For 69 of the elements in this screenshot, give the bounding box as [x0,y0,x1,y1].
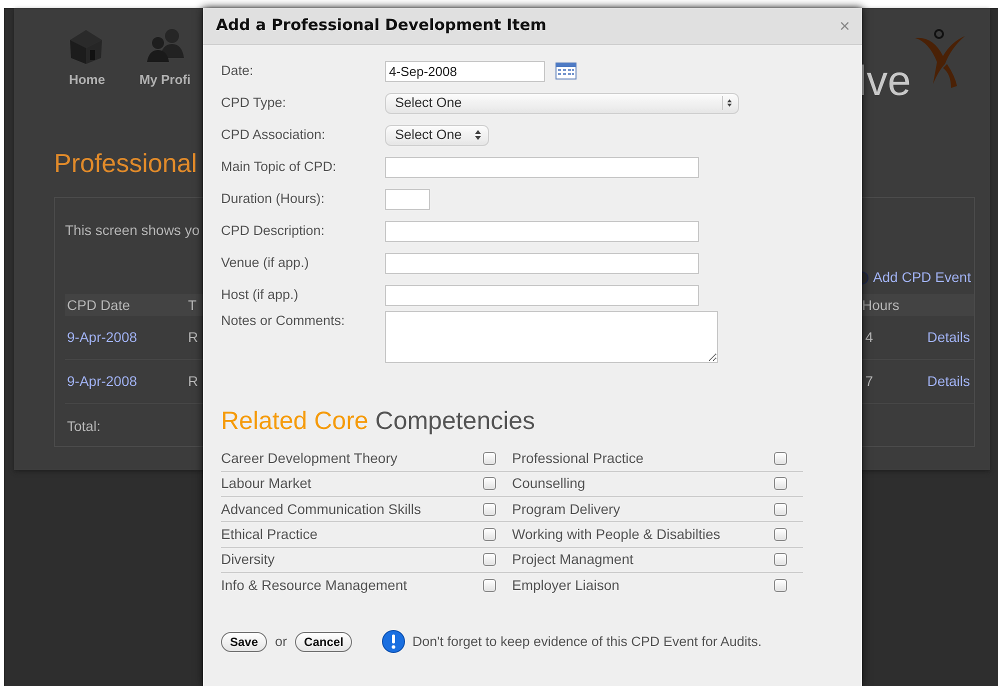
field-label: Main Topic of CPD: [221,158,336,176]
field-label: CPD Type: [221,94,286,112]
competency-label: Program Delivery [512,500,622,519]
select-field[interactable]: Select One [385,92,739,114]
checkbox[interactable] [483,502,496,516]
checkbox[interactable] [774,579,787,592]
table-cell-text: R [188,328,198,347]
competency-label: Project Managment [512,550,634,570]
add-event-link[interactable]: Add CPD Event [872,267,971,288]
cancel-button[interactable]: Cancel [295,632,352,652]
dialog-title: Add a Professional Development Item [216,15,546,36]
column-header: CPD Date [66,296,132,314]
nav-link[interactable]: Home [68,70,106,90]
info-icon [382,630,406,654]
checkbox[interactable] [483,553,496,566]
table-cell-text: 4 [865,328,874,347]
intro-text: This screen shows yo [65,221,200,240]
notice-text: Don't forget to keep evidence of this CPD Event for Audits. [412,632,762,651]
checkbox[interactable] [774,452,787,466]
text-field[interactable] [385,188,430,210]
or-text: or [275,632,288,651]
competency-label: Career Development Theory [221,449,398,468]
calendar-icon[interactable] [555,62,577,80]
competency-label: Ethical Practice [221,525,318,544]
checkbox[interactable] [483,477,496,490]
competency-label: Labour Market [221,474,312,494]
table-cell-text: R [188,372,198,391]
checkbox[interactable] [483,528,496,542]
select-arrows-icon [722,96,734,110]
checkbox[interactable] [483,579,496,592]
section-heading: Related Core Competencies [221,406,536,437]
text-field[interactable] [385,220,699,242]
details-link[interactable]: Details [927,371,970,392]
date-field[interactable]: 4-Sep-2008 [385,60,545,82]
details-link[interactable]: Details [927,327,970,348]
competency-label: Professional Practice [512,449,645,468]
table-cell-text: 7 [865,372,874,391]
page-heading: Professional [54,147,198,180]
text-field[interactable] [385,284,699,306]
checkbox[interactable] [774,502,787,516]
save-button[interactable]: Save [221,632,268,652]
field-label: Notes or Comments: [221,312,345,330]
competency-label: Diversity [221,550,276,570]
date-link[interactable]: 9-Apr-2008 [65,371,188,392]
field-label: Date: [221,62,254,80]
column-header: Hours [862,296,900,314]
competency-label: Employer Liaison [512,576,620,596]
competency-label: Counselling [512,474,586,494]
column-header: T [188,296,197,314]
competency-label: Working with People & Disabilties [512,525,722,544]
checkbox[interactable] [483,452,496,466]
close-button[interactable]: × [839,17,850,35]
field-label: CPD Association: [221,126,326,144]
checkbox[interactable] [774,528,787,542]
field-label: Duration (Hours): [221,190,325,208]
date-link[interactable]: 9-Apr-2008 [65,327,188,348]
competency-label: Advanced Communication Skills [221,500,422,519]
nav-link[interactable]: My Profi [139,70,191,90]
text-field[interactable] [385,252,699,274]
total-label: Total: [66,416,100,436]
field-label: CPD Description: [221,222,325,240]
field-label: Host (if app.) [221,286,298,304]
field-label: Venue (if app.) [221,254,309,272]
checkbox[interactable] [774,477,787,490]
competency-label: Info & Resource Management [221,576,408,596]
notes-field[interactable] [385,311,718,363]
text-field[interactable] [385,156,699,178]
checkbox[interactable] [774,553,787,566]
select-field[interactable]: Select One [385,124,489,146]
